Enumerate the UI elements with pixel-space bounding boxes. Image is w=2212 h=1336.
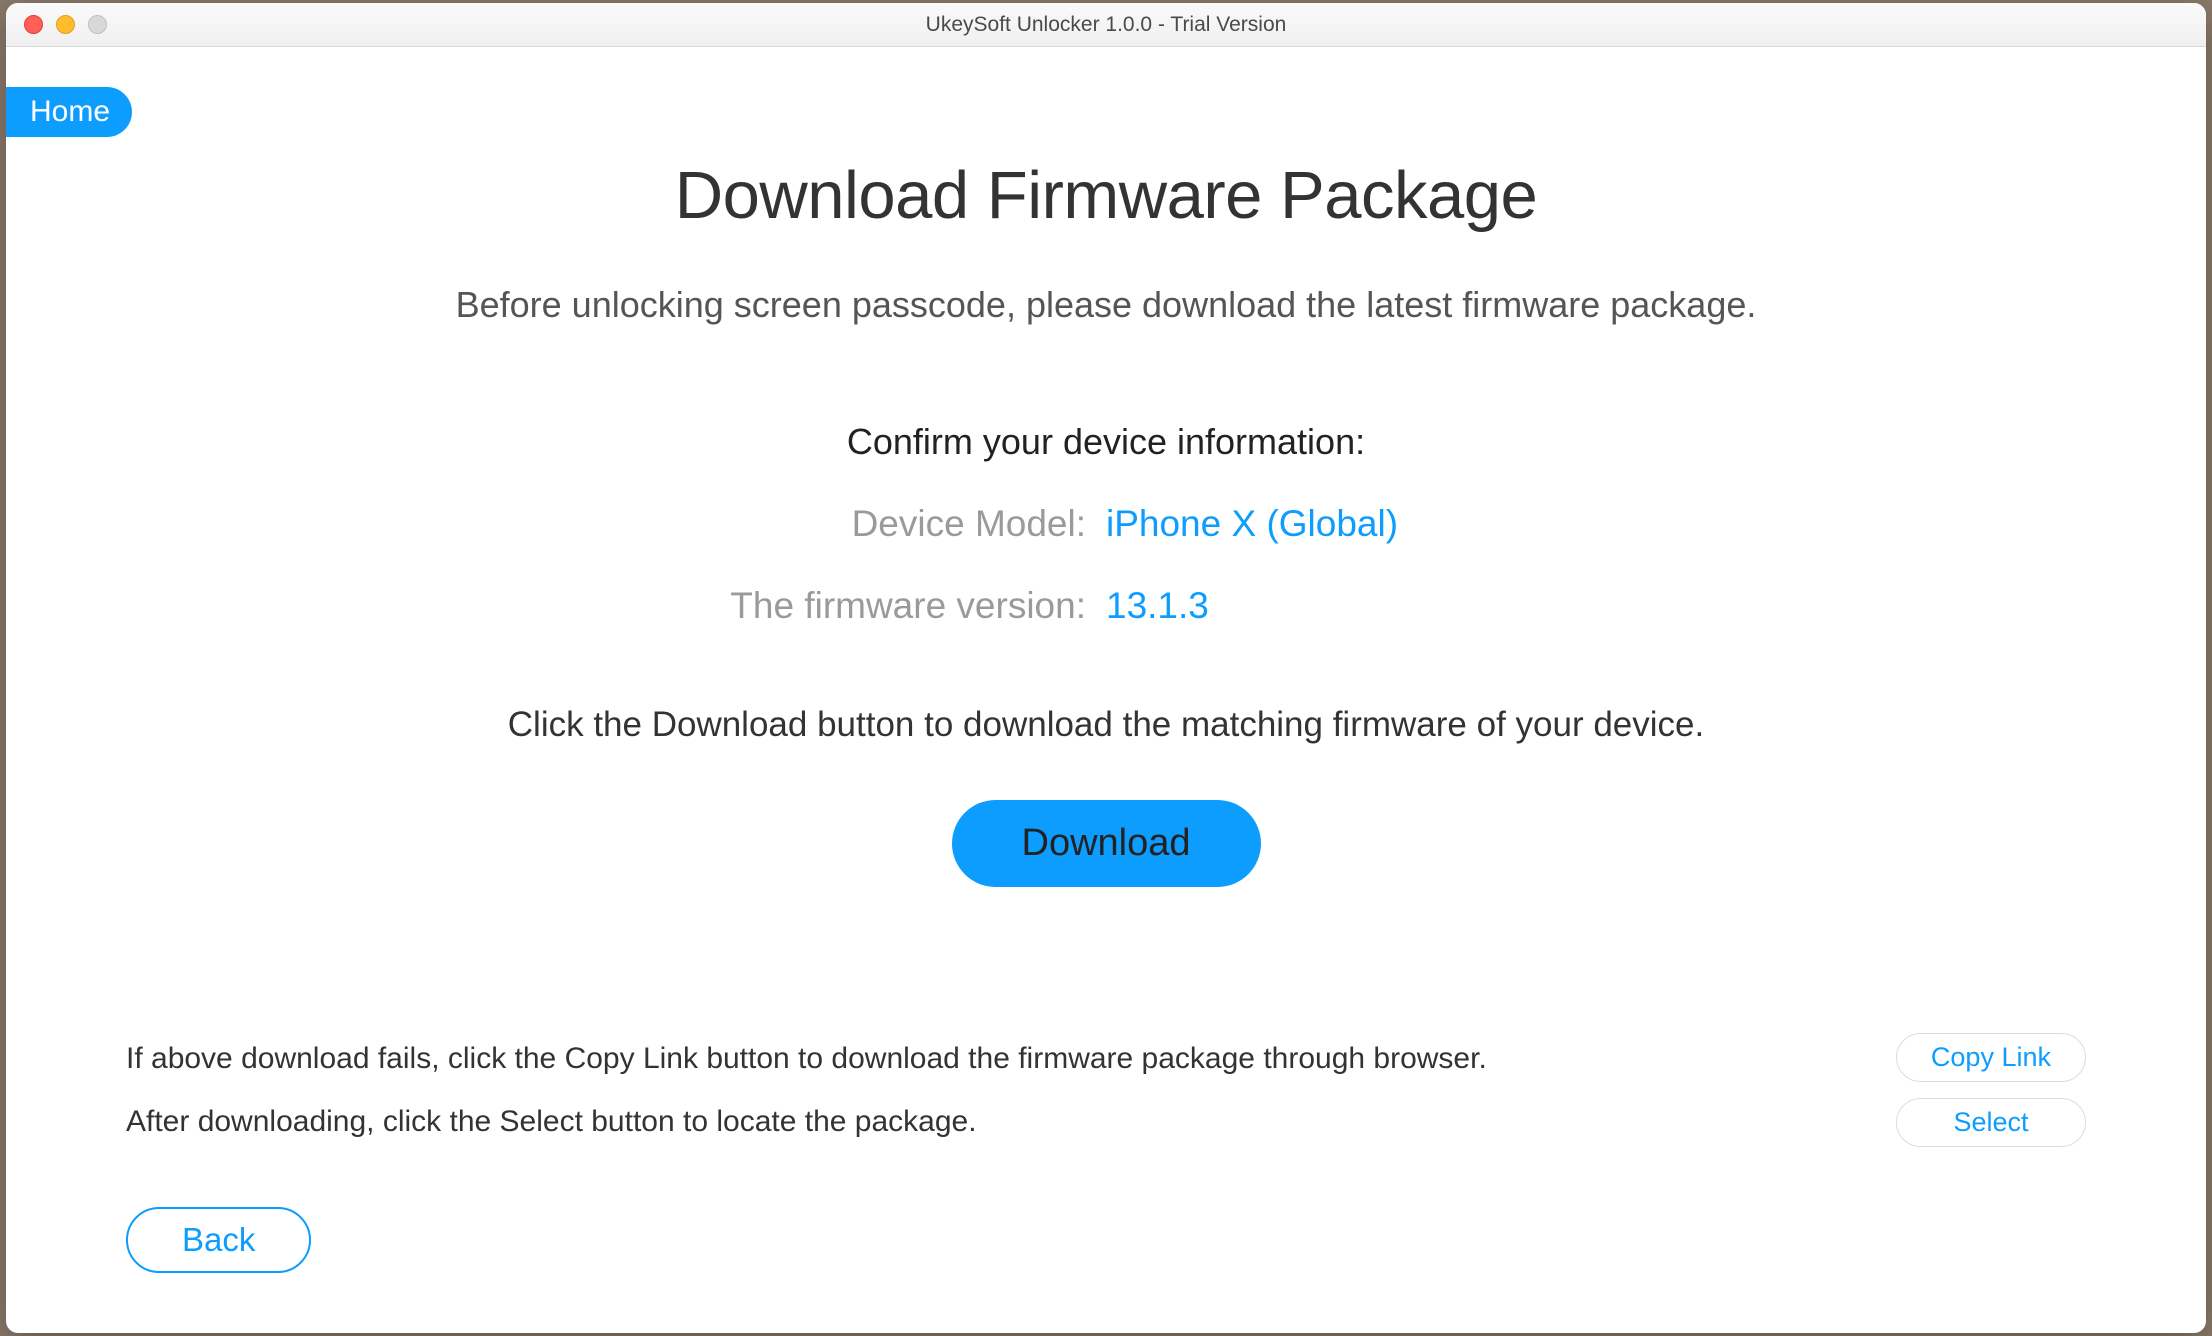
app-window: UkeySoft Unlocker 1.0.0 - Trial Version … — [6, 3, 2206, 1333]
firmware-version-value[interactable]: 13.1.3 — [1106, 585, 1526, 627]
footer-line1: If above download fails, click the Copy … — [126, 1027, 1487, 1090]
main-panel: Download Firmware Package Before unlocki… — [6, 47, 2206, 887]
close-icon[interactable] — [24, 15, 43, 34]
footer-text: If above download fails, click the Copy … — [126, 1027, 1487, 1153]
firmware-version-row: The firmware version: 13.1.3 — [6, 585, 2206, 627]
content-area: Home Download Firmware Package Before un… — [6, 47, 2206, 1333]
device-model-row: Device Model: iPhone X (Global) — [6, 503, 2206, 545]
confirm-heading: Confirm your device information: — [6, 421, 2206, 463]
page-subtitle: Before unlocking screen passcode, please… — [6, 284, 2206, 326]
device-model-label: Device Model: — [686, 503, 1106, 545]
download-button[interactable]: Download — [952, 800, 1261, 887]
download-hint: Click the Download button to download th… — [6, 705, 2206, 745]
firmware-version-label: The firmware version: — [686, 585, 1106, 627]
page-title: Download Firmware Package — [6, 157, 2206, 234]
footer-area: If above download fails, click the Copy … — [126, 1027, 2086, 1153]
back-button[interactable]: Back — [126, 1207, 311, 1273]
select-button[interactable]: Select — [1896, 1098, 2086, 1147]
maximize-icon[interactable] — [88, 15, 107, 34]
side-buttons: Copy Link Select — [1896, 1033, 2086, 1147]
titlebar: UkeySoft Unlocker 1.0.0 - Trial Version — [6, 3, 2206, 47]
copy-link-button[interactable]: Copy Link — [1896, 1033, 2086, 1082]
minimize-icon[interactable] — [56, 15, 75, 34]
home-button[interactable]: Home — [6, 87, 132, 137]
traffic-lights — [6, 15, 107, 34]
device-model-value[interactable]: iPhone X (Global) — [1106, 503, 1526, 545]
window-title: UkeySoft Unlocker 1.0.0 - Trial Version — [926, 13, 1287, 37]
footer-line2: After downloading, click the Select butt… — [126, 1090, 1487, 1153]
